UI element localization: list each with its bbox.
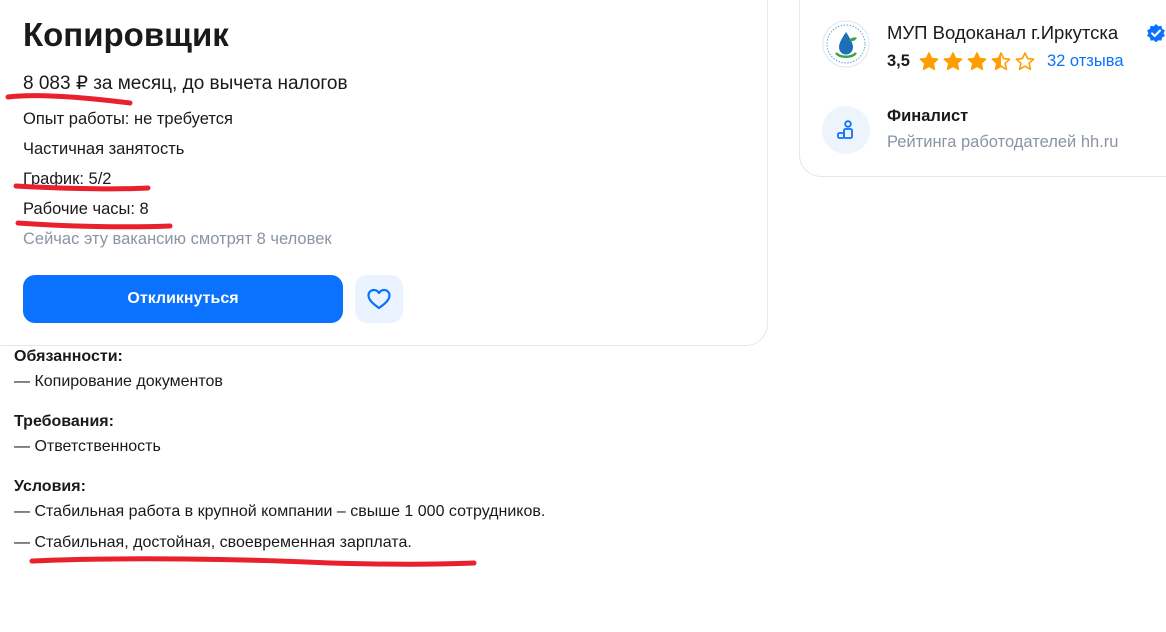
- working-hours-text: Рабочие часы: 8: [23, 200, 149, 218]
- employment-text: Частичная занятость: [23, 140, 185, 158]
- viewers-count-text: Сейчас эту вакансию смотрят 8 человек: [23, 230, 332, 248]
- heart-icon: [367, 288, 391, 310]
- rating-stars: [918, 51, 1036, 73]
- conditions-item: — Стабильная, достойная, своевременная з…: [14, 534, 412, 551]
- finalist-title: Финалист: [887, 107, 969, 125]
- star-icon: [967, 52, 987, 71]
- experience-text: Опыт работы: не требуется: [23, 110, 233, 128]
- finalist-badge: [822, 106, 870, 154]
- verified-badge-icon: [1147, 24, 1165, 43]
- apply-button[interactable]: Откликнуться: [23, 275, 343, 323]
- requirements-heading: Требования:: [14, 413, 114, 430]
- star-icon: [919, 52, 939, 71]
- finalist-subtitle[interactable]: Рейтинга работодателей hh.ru: [887, 133, 1118, 152]
- duties-heading: Обязанности:: [14, 348, 123, 365]
- employer-rating-value: 3,5: [887, 52, 910, 70]
- schedule-text: График: 5/2: [23, 170, 112, 188]
- conditions-heading: Условия:: [14, 478, 86, 495]
- requirements-item: — Ответственность: [14, 438, 161, 455]
- star-icon: [991, 52, 1011, 71]
- favorite-button[interactable]: [355, 275, 403, 323]
- podium-icon: [837, 120, 853, 139]
- conditions-item: — Стабильная работа в крупной компании –…: [14, 503, 546, 520]
- employer-logo-icon[interactable]: [822, 20, 870, 68]
- annotation-underline: [29, 556, 477, 567]
- vacancy-title: Копировщик: [23, 16, 229, 53]
- vacancy-salary: 8 083 ₽ за месяц, до вычета налогов: [23, 73, 348, 94]
- star-icon: [943, 52, 963, 71]
- reviews-link[interactable]: 32 отзыва: [1047, 52, 1124, 71]
- employer-name[interactable]: МУП Водоканал г.Иркутска: [887, 22, 1118, 44]
- duties-item: — Копирование документов: [14, 373, 223, 390]
- star-icon: [1015, 52, 1035, 71]
